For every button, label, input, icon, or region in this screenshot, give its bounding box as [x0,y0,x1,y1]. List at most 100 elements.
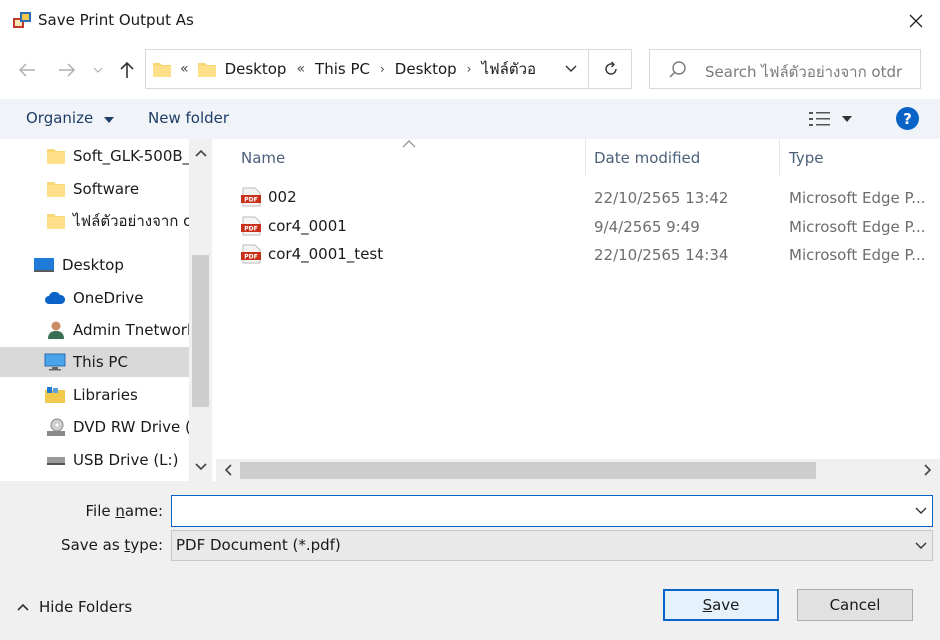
cancel-button[interactable]: Cancel [797,589,913,621]
chevron-down-icon [565,65,577,72]
pdf-file-icon: PDF [241,187,261,207]
nav-item-libraries[interactable]: Libraries [0,380,190,410]
organize-button[interactable]: Organize [26,109,114,127]
file-row[interactable]: PDF 002 22/10/2565 13:42 Microsoft Edge … [240,184,940,210]
breadcrumb-separator[interactable]: « [290,61,311,77]
nav-item-label: ไฟล์ตัวอย่างจาก ot [73,212,190,230]
svg-text:PDF: PDF [244,226,257,233]
details-view-icon [809,112,830,126]
breadcrumb-item-current[interactable]: ไฟล์ตัวอ [477,57,540,81]
svg-text:PDF: PDF [244,254,257,261]
save-accesskey: S [702,596,713,614]
new-folder-button[interactable]: New folder [148,109,229,127]
command-toolbar: Organize New folder ? [0,99,940,139]
forward-button[interactable] [52,55,82,85]
file-name: cor4_0001_test [268,245,384,263]
file-type: Microsoft Edge P... [789,218,926,236]
search-input[interactable]: Search ไฟล์ตัวอย่างจาก otdr [705,60,902,84]
search-box[interactable]: Search ไฟล์ตัวอย่างจาก otdr [649,49,921,89]
file-name: cor4_0001 [268,217,347,235]
nav-item-dvd-drive[interactable]: DVD RW Drive (J: [0,412,190,442]
file-row[interactable]: PDF cor4_0001 9/4/2565 9:49 Microsoft Ed… [240,213,940,239]
column-header-date-modified[interactable]: Date modified [594,149,700,167]
breadcrumb-overflow[interactable]: « [176,61,193,77]
hide-folders-button[interactable]: Hide Folders [17,598,132,616]
up-button[interactable] [113,55,141,85]
nav-item-usb-drive[interactable]: USB Drive (L:) [0,445,190,475]
folder-icon [46,147,66,165]
scroll-right-button[interactable] [920,462,936,478]
help-button[interactable]: ? [896,107,919,130]
file-row[interactable]: PDF cor4_0001_test 22/10/2565 14:34 Micr… [240,241,940,267]
nav-item-software[interactable]: Software [0,174,190,204]
save-form-panel: File name: Save as type: PDF Document (*… [0,481,940,640]
desktop-icon [33,256,55,274]
libraries-icon [44,386,66,404]
file-type: Microsoft Edge P... [789,189,926,207]
breadcrumb-item-desktop-2[interactable]: Desktop [391,60,461,78]
folder-icon [153,63,171,77]
breadcrumb-chevron-icon[interactable]: › [374,62,391,76]
address-dropdown-button[interactable] [553,50,589,88]
back-button[interactable] [12,55,42,85]
label-part: File [85,502,116,520]
change-view-button[interactable] [808,108,858,130]
nav-item-label: USB Drive (L:) [73,451,179,469]
nav-item-otdr-samples[interactable]: ไฟล์ตัวอย่างจาก ot [0,206,190,236]
chevron-down-icon [915,507,927,514]
close-button[interactable] [896,4,936,38]
recent-locations-button[interactable] [90,55,106,85]
nav-item-label: This PC [73,353,128,371]
save-as-type-value: PDF Document (*.pdf) [176,536,341,554]
save-button[interactable]: Save [663,589,779,621]
scroll-thumb[interactable] [240,462,816,479]
file-name-input[interactable] [176,498,896,524]
dvd-drive-icon [46,418,66,436]
horizontal-scrollbar[interactable] [216,459,940,481]
pdf-file-icon: PDF [241,244,261,264]
nav-item-desktop[interactable]: Desktop [0,250,190,280]
column-divider[interactable] [585,139,586,175]
save-as-type-select[interactable]: PDF Document (*.pdf) [171,530,933,561]
file-date-modified: 22/10/2565 13:42 [594,189,729,207]
nav-item-onedrive[interactable]: OneDrive [0,283,190,313]
column-header-name[interactable]: Name [241,149,285,167]
nav-item-this-pc[interactable]: This PC [0,347,190,377]
refresh-button[interactable] [588,50,632,88]
nav-item-label: OneDrive [73,289,144,307]
scroll-thumb[interactable] [192,255,209,407]
chevron-down-icon [915,542,927,549]
refresh-icon [604,61,617,75]
column-divider[interactable] [779,139,780,175]
nav-item-soft-glk[interactable]: Soft_GLK-500B_( [0,141,190,171]
scroll-up-button[interactable] [193,145,209,161]
breadcrumb-chevron-icon[interactable]: › [461,62,478,76]
file-name-combobox[interactable] [171,495,933,527]
cloud-icon [44,289,66,307]
column-header-type[interactable]: Type [789,149,823,167]
nav-scrollbar[interactable] [189,139,212,481]
scroll-left-button[interactable] [220,462,236,478]
chevron-left-icon [224,464,232,476]
window-title: Save Print Output As [38,11,194,29]
label-part: ype: [130,536,163,554]
label-accesskey: n [115,502,125,520]
nav-item-user[interactable]: Admin Tnetwork [0,315,190,345]
save-as-type-dropdown-button[interactable] [910,531,932,561]
caret-down-icon [103,117,114,123]
chevron-right-icon [924,464,932,476]
address-bar[interactable]: « Desktop « This PC › Desktop › ไฟล์ตัวอ [145,49,632,89]
app-icon [13,12,31,28]
file-name-dropdown-button[interactable] [910,496,932,526]
chevron-down-icon [93,67,103,73]
caret-down-icon [842,116,852,122]
chevron-up-icon [17,603,29,611]
sort-ascending-icon [402,140,416,148]
folder-icon [46,180,66,198]
usb-drive-icon [46,451,66,469]
scroll-down-button[interactable] [193,459,209,475]
arrow-up-icon [120,61,134,78]
breadcrumb-item-desktop[interactable]: Desktop [221,60,291,78]
breadcrumb-item-this-pc[interactable]: This PC [311,60,374,78]
arrow-right-icon [59,63,76,77]
